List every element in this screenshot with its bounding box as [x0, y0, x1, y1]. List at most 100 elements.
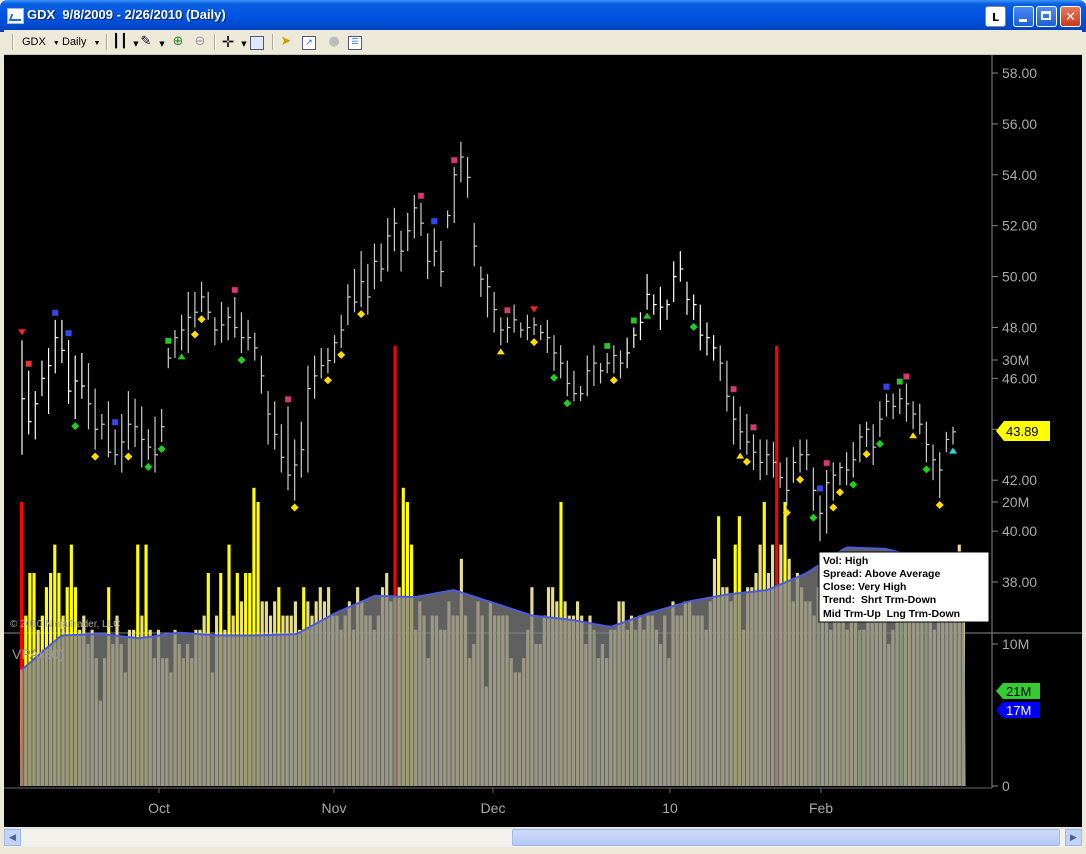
zoom-in-icon[interactable]: ⊕ [170, 34, 186, 50]
chart-toolbar: GDX ▼ Daily ▼ ┃┃ ▼ ✎ ▼ ⊕ ⊖ ✛ ▼ ➤ ↗ ● ☰ [4, 30, 1082, 55]
diamond-marker [337, 350, 346, 359]
price-axis[interactable]: 58.0056.0054.0052.0050.0048.0046.0044.00… [992, 65, 1037, 590]
square-marker [417, 192, 425, 200]
diamond-marker [323, 376, 332, 385]
price-tick-label: 40.00 [1002, 523, 1037, 539]
arrow-right-icon: ▶ [1070, 833, 1077, 843]
window-title-bar[interactable]: GDX 9/8/2009 - 2/26/2010 (Daily) L ✕ [0, 0, 1086, 32]
diamond-marker [609, 376, 618, 385]
volume-tick-label: 10M [1002, 636, 1029, 652]
volume-tick-label: 20M [1002, 494, 1029, 510]
horizontal-scrollbar[interactable]: ◀ ▶ [4, 828, 1082, 847]
minimize-button[interactable] [1013, 6, 1034, 27]
bar-type-icon[interactable]: ┃┃ [112, 34, 128, 50]
diamond-marker [550, 373, 558, 382]
info-spread: Spread: Above Average [823, 568, 940, 580]
chart-canvas[interactable]: 58.0056.0054.0052.0050.0048.0046.0044.00… [4, 55, 1082, 827]
price-tick-label: 56.00 [1002, 116, 1037, 132]
date-axis-label: Feb [809, 800, 833, 816]
diamond-marker [835, 488, 844, 497]
scroll-right-button[interactable]: ▶ [1065, 829, 1082, 846]
square-marker [231, 286, 239, 294]
price-tick-label: 58.00 [1002, 65, 1037, 81]
vpa-markers [18, 156, 957, 522]
window-title: GDX 9/8/2009 - 2/26/2010 (Daily) [27, 7, 226, 22]
square-marker [65, 329, 72, 337]
volume-marker-21m-value: 21M [1006, 684, 1031, 699]
diamond-marker [197, 315, 206, 324]
toolbar-grip [12, 34, 14, 50]
diamond-marker [809, 513, 818, 522]
crosshair-icon[interactable]: ✛ [220, 34, 236, 50]
square-marker [603, 342, 611, 350]
diamond-marker [357, 310, 366, 319]
triangle-up-marker [949, 447, 957, 454]
chart-panel[interactable]: 58.0056.0054.0052.0050.0048.0046.0044.00… [4, 55, 1082, 827]
volume-tick-label: 30M [1002, 352, 1029, 368]
price-tick-label: 46.00 [1002, 370, 1037, 386]
data-box-icon[interactable] [250, 36, 264, 50]
disabled-circle-icon: ● [328, 34, 340, 49]
current-price-tag: 43.89 [996, 421, 1050, 441]
diamond-marker [922, 465, 931, 474]
toolbar-separator [214, 34, 216, 50]
triangle-up-marker [643, 312, 652, 319]
square-marker [730, 385, 737, 393]
volume-axis[interactable]: 30M 20M 10M 0 [992, 352, 1029, 794]
chevron-down-icon: ▼ [52, 40, 60, 47]
current-price-value: 43.89 [1006, 424, 1039, 439]
toolbar-separator [106, 34, 108, 50]
date-axis-label: Nov [322, 800, 347, 816]
price-tick-label: 42.00 [1002, 472, 1037, 488]
diamond-marker [91, 452, 100, 461]
square-marker [165, 337, 172, 345]
volume-marker-17m: 17M [996, 702, 1040, 718]
diamond-marker [71, 422, 80, 431]
triangle-up-marker [496, 348, 505, 355]
chevron-down-icon[interactable]: ▼ [154, 36, 170, 52]
square-marker [504, 307, 511, 314]
info-volume: Vol: High [823, 555, 868, 567]
interval-selector[interactable]: Daily ▼ [62, 33, 100, 51]
triangle-down-marker [530, 306, 539, 313]
properties-icon[interactable]: ☰ [348, 36, 362, 50]
info-mid-long-trend: Mid Trm-Up Lng Trm-Down [823, 608, 960, 620]
zoom-out-icon[interactable]: ⊖ [192, 34, 208, 50]
price-tick-label: 38.00 [1002, 574, 1037, 590]
minimize-icon [1019, 19, 1027, 22]
interval-label: Daily [62, 36, 87, 48]
price-tick-label: 54.00 [1002, 167, 1037, 183]
diamond-marker [530, 338, 539, 347]
triangle-down-marker [18, 329, 26, 336]
link-button[interactable]: L [985, 6, 1006, 27]
diamond-marker [124, 452, 133, 461]
maximize-button[interactable] [1036, 6, 1057, 27]
strategies-icon[interactable]: ➤ [278, 34, 294, 50]
triangle-up-marker [177, 353, 186, 360]
volume-marker-21m: 21M [996, 683, 1040, 699]
copyright-text: © 2010 NinjaTrader, LLC [10, 619, 120, 630]
diamond-marker [237, 355, 246, 364]
pencil-icon[interactable]: ✎ [138, 34, 154, 50]
square-marker [883, 383, 890, 390]
price-tick-label: 52.00 [1002, 218, 1037, 234]
square-marker [25, 360, 32, 368]
scroll-thumb[interactable] [512, 829, 1060, 846]
info-trend: Trend: Shrt Trm-Down [823, 594, 936, 606]
instrument-selector[interactable]: GDX ▼ [22, 33, 60, 51]
triangle-up-marker [909, 432, 918, 439]
close-button[interactable]: ✕ [1060, 6, 1081, 27]
date-axis[interactable]: Oct Nov Dec 10 Feb [148, 788, 833, 816]
instrument-label: GDX [22, 36, 46, 48]
diamond-marker [829, 503, 838, 512]
square-marker [630, 317, 638, 324]
maximize-icon [1041, 11, 1051, 20]
triangle-up-marker [736, 452, 745, 459]
diamond-marker [689, 322, 698, 331]
scroll-left-button[interactable]: ◀ [4, 829, 21, 846]
diamond-marker [157, 445, 166, 454]
indicators-icon[interactable]: ↗ [302, 36, 316, 50]
square-marker [896, 378, 904, 385]
diamond-marker [742, 457, 751, 466]
chevron-down-icon: ▼ [93, 40, 101, 47]
